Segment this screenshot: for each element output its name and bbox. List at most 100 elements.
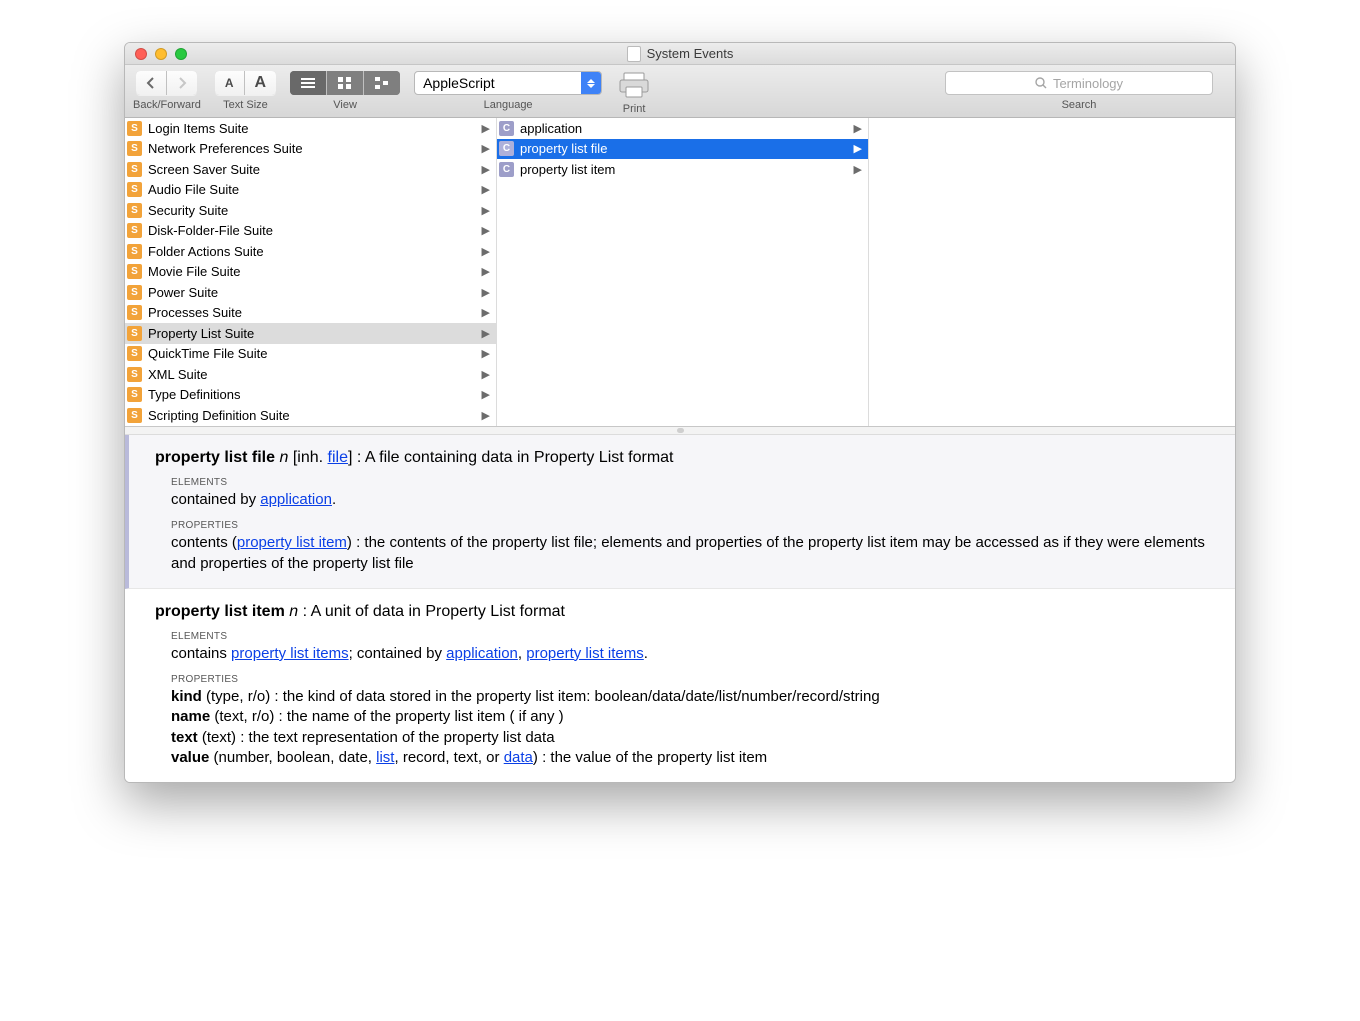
def2-el-link1[interactable]: property list items — [231, 645, 349, 662]
col1-row[interactable]: SXML Suite▶ — [125, 364, 496, 385]
def2-el-pre: contains — [171, 645, 231, 662]
class-tag-icon: C — [499, 121, 514, 136]
def2-elements: contains property list items; contained … — [171, 644, 1211, 664]
row-label: QuickTime File Suite — [148, 346, 476, 361]
chevron-right-icon: ▶ — [482, 122, 490, 135]
def1-inh-link[interactable]: file — [328, 449, 348, 466]
row-label: Login Items Suite — [148, 121, 476, 136]
split-handle[interactable] — [125, 427, 1235, 435]
class-column[interactable]: Capplication▶Cproperty list file ▶ Cproper… — [497, 118, 869, 426]
def1-elements-link[interactable]: application — [260, 491, 332, 508]
col1-row[interactable]: SProcesses Suite▶ — [125, 303, 496, 324]
def1-inh-suffix: ] — [348, 449, 357, 466]
back-button[interactable] — [136, 71, 166, 95]
row-label: Movie File Suite — [148, 264, 476, 279]
forward-button[interactable] — [166, 71, 197, 95]
text-larger-button[interactable]: A — [244, 71, 277, 95]
col1-row[interactable]: SSecurity Suite▶ — [125, 200, 496, 221]
row-label: XML Suite — [148, 367, 476, 382]
noun-glyph: n — [279, 449, 288, 466]
language-value: AppleScript — [415, 72, 581, 94]
col1-row[interactable]: SPower Suite▶ — [125, 282, 496, 303]
col2-row[interactable]: Cproperty list file▶ — [497, 139, 868, 160]
col1-row[interactable]: SDisk-Folder-File Suite▶ — [125, 221, 496, 242]
suite-tag-icon: S — [127, 162, 142, 177]
def1-properties-hdr: PROPERTIES — [171, 520, 1211, 531]
col1-row[interactable]: SScreen Saver Suite▶ — [125, 159, 496, 180]
suite-tag-icon: S — [127, 285, 142, 300]
language-select[interactable]: AppleScript — [414, 71, 602, 95]
chevron-right-icon: ▶ — [482, 142, 490, 155]
prop-value-link1[interactable]: list — [376, 749, 394, 766]
def2-el-mid: ; contained by — [349, 645, 447, 662]
col2-row[interactable]: Capplication▶ — [497, 118, 868, 139]
row-label: application — [520, 121, 848, 136]
def1-desc: : A file containing data in Property Lis… — [357, 449, 674, 466]
print-group: Print — [616, 71, 652, 115]
prop-value-link2[interactable]: data — [504, 749, 533, 766]
def2-el-sep: , — [518, 645, 526, 662]
text-size-label: Text Size — [223, 99, 268, 111]
print-button[interactable] — [616, 71, 652, 99]
search-input[interactable]: Terminology — [945, 71, 1213, 95]
def1-elements-pre: contained by — [171, 491, 260, 508]
window: System Events Back/Forward A — [124, 42, 1236, 783]
view-seg — [290, 71, 400, 95]
def2-el-link-pli[interactable]: property list items — [526, 645, 644, 662]
col1-row[interactable]: SProperty List Suite▶ — [125, 323, 496, 344]
col1-row[interactable]: SType Definitions▶ — [125, 385, 496, 406]
suite-tag-icon: S — [127, 203, 142, 218]
text-smaller-button[interactable]: A — [215, 71, 244, 95]
col1-row[interactable]: S Login Items Suite ▶ — [125, 118, 496, 139]
prop-name: name (text, r/o) : the name of the prope… — [171, 707, 1211, 727]
chevron-right-icon: ▶ — [482, 183, 490, 196]
row-label: Screen Saver Suite — [148, 162, 476, 177]
view-grid-button[interactable] — [326, 71, 363, 95]
view-label: View — [333, 99, 357, 111]
col1-row[interactable]: SNetwork Preferences Suite▶ — [125, 139, 496, 160]
suite-tag-icon: S — [127, 244, 142, 259]
suite-tag-icon: S — [127, 121, 142, 136]
suite-tag-icon: S — [127, 346, 142, 361]
row-label: Power Suite — [148, 285, 476, 300]
col2-row[interactable]: Cproperty list item▶ — [497, 159, 868, 180]
def1-name: property list file — [155, 449, 275, 466]
def1-contents: contents (property list item) : the cont… — [171, 533, 1211, 574]
col1-row[interactable]: S QuickTime File Suite ▶ — [125, 344, 496, 365]
col1-row[interactable]: SScripting Definition Suite▶ — [125, 405, 496, 426]
suite-column[interactable]: SLogin Items Suite▶SNetwork Preferences … — [125, 118, 497, 426]
window-title: System Events — [125, 46, 1235, 62]
browser-columns: SLogin Items Suite▶SNetwork Preferences … — [125, 118, 1235, 427]
view-hierarchy-button[interactable] — [363, 71, 400, 95]
suite-tag-icon: S — [127, 182, 142, 197]
row-label: Folder Actions Suite — [148, 244, 476, 259]
text-size-seg: A A — [215, 71, 276, 95]
search-icon — [1035, 77, 1047, 89]
suite-tag-icon: S — [127, 408, 142, 423]
prop-value-mid: , record, text, or — [394, 749, 503, 766]
chevron-right-icon: ▶ — [482, 224, 490, 237]
view-list-button[interactable] — [290, 71, 326, 95]
chevron-right-icon: ▶ — [854, 142, 862, 155]
language-label: Language — [484, 99, 533, 111]
def1-elements-post: . — [332, 491, 336, 508]
detail-pane: property list file n [inh. file] : A fil… — [125, 435, 1235, 782]
prop-value-name: value — [171, 749, 209, 766]
chevron-right-icon: ▶ — [482, 347, 490, 360]
col1-row[interactable]: SAudio File Suite▶ — [125, 180, 496, 201]
row-label: property list file — [520, 141, 848, 156]
col1-row[interactable]: SFolder Actions Suite▶ — [125, 241, 496, 262]
def2-el-end: . — [644, 645, 648, 662]
def1-elements: contained by application. — [171, 490, 1211, 510]
prop-kind-rest: (type, r/o) : the kind of data stored in… — [202, 688, 880, 705]
definition-property-list-item: property list item n : A unit of data in… — [125, 589, 1235, 782]
chevron-right-icon: ▶ — [482, 388, 490, 401]
suite-tag-icon: S — [127, 305, 142, 320]
def2-el-link-app[interactable]: application — [446, 645, 518, 662]
prop-name-name: name — [171, 708, 210, 725]
back-forward-group: Back/Forward — [133, 71, 201, 111]
def1-contents-link[interactable]: property list item — [237, 534, 347, 551]
def1-title: property list file n [inh. file] : A fil… — [155, 449, 1211, 467]
col1-row[interactable]: SMovie File Suite▶ — [125, 262, 496, 283]
def1-inh-prefix: [inh. — [293, 449, 328, 466]
